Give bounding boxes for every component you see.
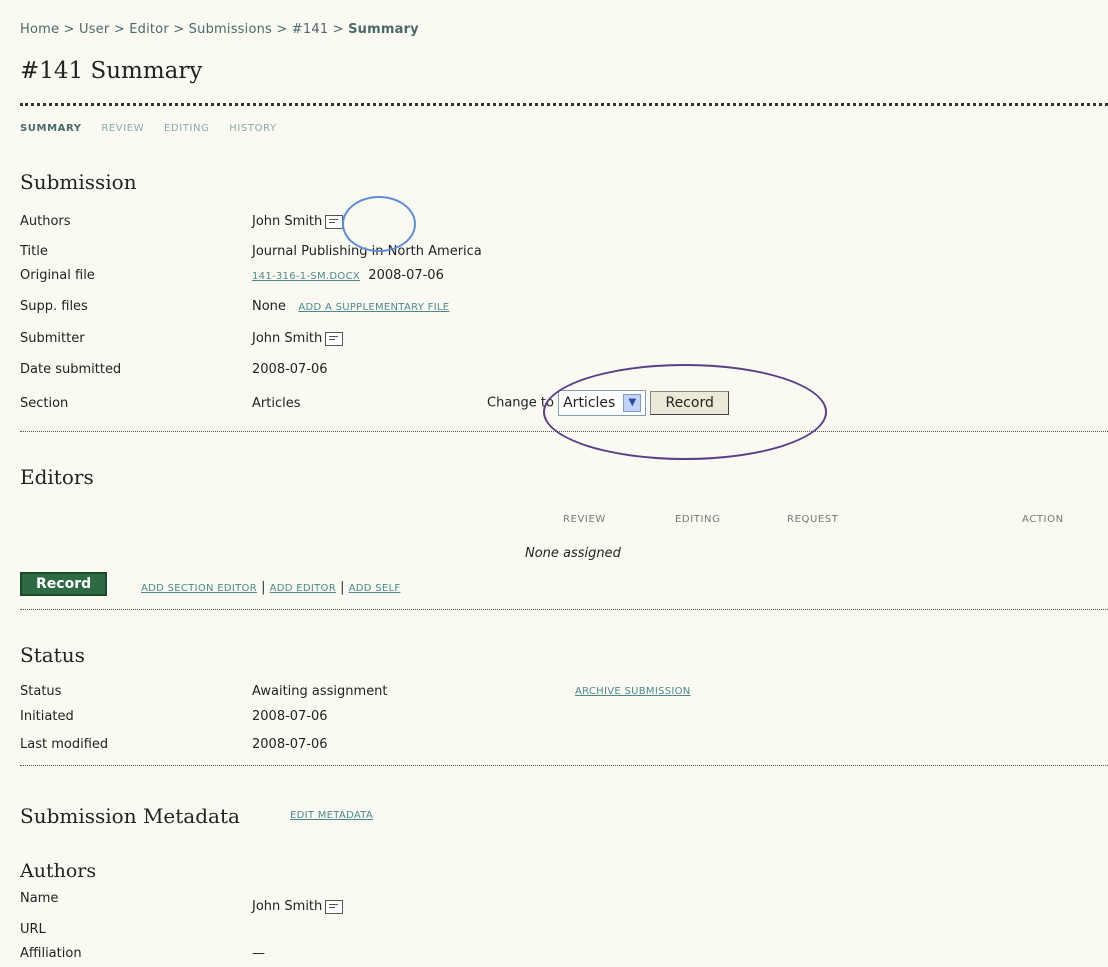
tab-editing[interactable]: EDITING: [164, 123, 209, 134]
section-value: Articles: [252, 396, 301, 411]
breadcrumb-current: Summary: [348, 22, 419, 37]
page-title: #141 Summary: [20, 58, 203, 84]
original-file-link[interactable]: 141-316-1-SM.DOCX: [252, 271, 360, 282]
tab-summary[interactable]: SUMMARY: [20, 123, 82, 134]
original-file-label: Original file: [20, 268, 95, 283]
last-modified-label: Last modified: [20, 737, 109, 752]
breadcrumb-editor[interactable]: Editor: [129, 22, 169, 37]
col-editing: EDITING: [675, 514, 721, 525]
affiliation-value: —: [252, 946, 265, 961]
col-action: ACTION: [1022, 514, 1064, 525]
breadcrumb: Home > User > Editor > Submissions > #14…: [20, 22, 419, 37]
tab-review[interactable]: REVIEW: [101, 123, 144, 134]
col-review: REVIEW: [563, 514, 606, 525]
authors-label: Authors: [20, 214, 71, 229]
title-divider: [20, 103, 1108, 106]
col-request: REQUEST: [787, 514, 839, 525]
metadata-authors-heading: Authors: [20, 860, 97, 882]
add-section-editor-link[interactable]: ADD SECTION EDITOR: [141, 583, 257, 594]
name-value: John Smith: [252, 899, 323, 914]
editors-heading: Editors: [20, 465, 94, 489]
date-submitted-label: Date submitted: [20, 362, 122, 377]
section-label: Section: [20, 396, 69, 411]
date-submitted-value: 2008-07-06: [252, 362, 328, 377]
name-label: Name: [20, 891, 59, 906]
supp-files-value: None: [252, 299, 286, 314]
title-label: Title: [20, 244, 48, 259]
last-modified-value: 2008-07-06: [252, 737, 328, 752]
edit-metadata-link[interactable]: EDIT METADATA: [290, 810, 373, 821]
affiliation-label: Affiliation: [20, 946, 82, 961]
original-file-date: 2008-07-06: [368, 268, 444, 283]
authors-value: John Smith: [252, 214, 323, 229]
email-icon[interactable]: [325, 899, 344, 914]
url-label: URL: [20, 922, 46, 937]
annotation-oval-email: [342, 196, 416, 252]
tab-history[interactable]: HISTORY: [229, 123, 276, 134]
none-assigned-text: None assigned: [525, 546, 621, 561]
initiated-value: 2008-07-06: [252, 709, 328, 724]
status-label: Status: [20, 684, 62, 699]
add-supplementary-file-link[interactable]: ADD A SUPPLEMENTARY FILE: [298, 302, 449, 313]
status-value: Awaiting assignment: [252, 684, 388, 699]
tab-bar: SUMMARY REVIEW EDITING HISTORY: [20, 123, 293, 134]
breadcrumb-submissions[interactable]: Submissions: [189, 22, 272, 37]
record-editors-button[interactable]: Record: [20, 572, 108, 596]
divider: [20, 765, 1108, 766]
status-heading: Status: [20, 643, 85, 667]
archive-submission-link[interactable]: ARCHIVE SUBMISSION: [575, 686, 691, 697]
add-editor-link[interactable]: ADD EDITOR: [270, 583, 336, 594]
submission-heading: Submission: [20, 170, 137, 194]
submitter-label: Submitter: [20, 331, 85, 346]
divider: [20, 609, 1108, 610]
supp-files-label: Supp. files: [20, 299, 88, 314]
email-icon[interactable]: [325, 214, 344, 229]
initiated-label: Initiated: [20, 709, 74, 724]
annotation-oval-section: [543, 364, 827, 460]
submitter-value: John Smith: [252, 331, 323, 346]
add-self-link[interactable]: ADD SELF: [349, 583, 401, 594]
breadcrumb-user[interactable]: User: [79, 22, 109, 37]
editor-links: ADD SECTION EDITOR | ADD EDITOR | ADD SE…: [141, 580, 401, 595]
email-icon[interactable]: [325, 331, 344, 346]
breadcrumb-submission-id[interactable]: #141: [292, 22, 329, 37]
metadata-heading: Submission Metadata: [20, 804, 240, 828]
breadcrumb-home[interactable]: Home: [20, 22, 59, 37]
